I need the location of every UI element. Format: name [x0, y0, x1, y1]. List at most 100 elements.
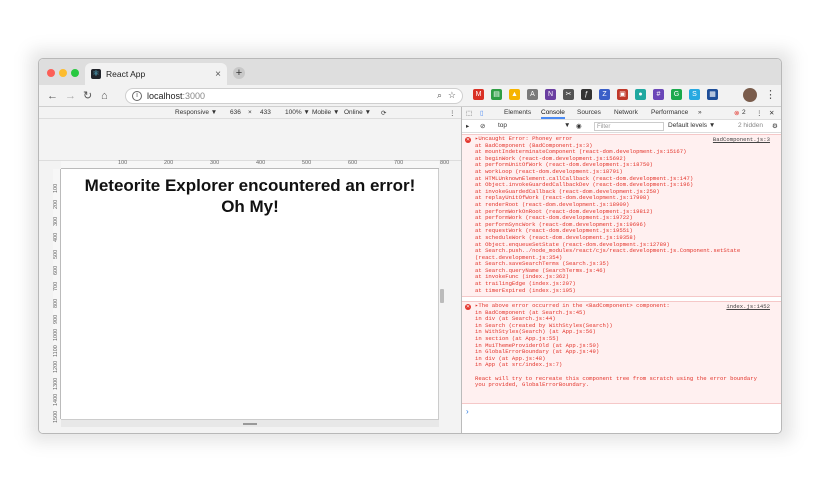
browser-toolbar: ← → ↻ ⌂ i localhost:3000 ⌕ ☆ M ▤ ▲ A N ✂ ƒ Z ▣ ● #… [39, 85, 781, 107]
react-favicon-icon: ⚛ [91, 69, 101, 79]
url-port: :3000 [182, 91, 206, 101]
height-input[interactable]: 433 [260, 109, 271, 116]
back-icon[interactable]: ← [47, 89, 58, 103]
device-mode-icon[interactable]: ▯ [480, 109, 484, 117]
close-devtools-icon[interactable]: ✕ [769, 109, 774, 117]
error-count-icon[interactable]: ⊗ [734, 109, 739, 117]
log-levels-select[interactable]: Default levels ▼ [668, 122, 715, 129]
ruler-label: 100 [53, 183, 59, 193]
live-expression-eye-icon[interactable]: ◉ [576, 122, 582, 130]
tab-elements[interactable]: Elements [504, 109, 531, 116]
ruler-label: 300 [210, 160, 220, 166]
console-error-1: ✕ BadComponent.js:3 ▸Uncaught Error: Pho… [462, 134, 781, 297]
ruler-label: 900 [53, 315, 59, 325]
resize-handle-right[interactable] [440, 289, 444, 303]
ruler-label: 700 [394, 160, 404, 166]
extension-icon[interactable]: N [545, 89, 556, 100]
tab-performance[interactable]: Performance [651, 109, 688, 116]
hidden-count: 2 hidden [738, 122, 763, 129]
error-message-line-1: Meteorite Explorer encountered an error! [84, 176, 416, 195]
ruler-label: 1200 [53, 361, 59, 374]
info-icon[interactable]: i [132, 91, 142, 101]
error-1-stack: ▸Uncaught Error: Phoney error at BadComp… [475, 135, 740, 294]
console-prompt[interactable]: › [466, 407, 469, 416]
extension-icon[interactable]: G [671, 89, 682, 100]
rotate-icon[interactable]: ⟳ [381, 109, 386, 117]
error-count: 2 [742, 109, 746, 116]
extension-icon[interactable]: ▤ [491, 89, 502, 100]
console-line: in App (at src/index.js:7) [475, 361, 563, 369]
more-tabs-icon[interactable]: » [698, 109, 702, 116]
tab-strip: ⚛ React App × + [39, 59, 781, 85]
responsive-select[interactable]: Responsive ▼ [175, 109, 217, 116]
extension-icon[interactable]: # [653, 89, 664, 100]
ruler-label: 1300 [53, 377, 59, 390]
browser-window: ⚛ React App × + ← → ↻ ⌂ i localhost:3000… [38, 58, 782, 434]
search-icon[interactable]: ⌕ [437, 90, 442, 101]
devtools-panel: ⬚ ▯ Elements Console Sources Network Per… [461, 107, 781, 433]
ruler-label: 1100 [53, 345, 59, 357]
profile-avatar[interactable] [743, 88, 757, 102]
vertical-ruler: 100 200 300 400 500 600 700 800 900 1000 1100 1200 1… [53, 169, 61, 423]
context-select[interactable]: top [498, 122, 507, 129]
resize-grip-icon [243, 423, 257, 425]
zoom-select[interactable]: 100% ▼ [285, 109, 310, 116]
ruler-label: 600 [348, 160, 358, 166]
ruler-label: 800 [440, 160, 450, 166]
extension-icon[interactable]: ● [635, 89, 646, 100]
network-select[interactable]: Online ▼ [344, 109, 371, 116]
context-dropdown-icon[interactable]: ▼ [564, 122, 570, 129]
extension-icon[interactable]: M [473, 89, 484, 100]
extension-icon[interactable]: ▲ [509, 89, 520, 100]
tab-title: React App [106, 69, 146, 79]
ruler-label: 500 [53, 249, 59, 259]
extension-icon[interactable]: ▦ [707, 89, 718, 100]
ruler-label: 1400 [53, 393, 59, 407]
extension-icon[interactable]: Z [599, 89, 610, 100]
error-icon: ✕ [465, 304, 471, 310]
tab-close-icon[interactable]: × [215, 69, 221, 80]
console-line: you provided, GlobalErrorBoundary. [475, 381, 590, 389]
ruler-label: 400 [256, 160, 266, 166]
tab-react-app[interactable]: ⚛ React App × [85, 63, 227, 85]
minimize-window-button[interactable] [59, 69, 67, 77]
tab-sources[interactable]: Sources [577, 109, 601, 116]
ruler-label: 200 [164, 160, 174, 166]
devtools-tabs: ⬚ ▯ Elements Console Sources Network Per… [462, 107, 781, 120]
ruler-label: 200 [53, 200, 59, 210]
console-output: ✕ BadComponent.js:3 ▸Uncaught Error: Pho… [462, 133, 781, 433]
extension-icon[interactable]: ƒ [581, 89, 592, 100]
console-filter-input[interactable]: Filter [594, 122, 664, 131]
page-canvas: Meteorite Explorer encountered an error!… [61, 169, 439, 419]
close-window-button[interactable] [47, 69, 55, 77]
bookmark-star-icon[interactable]: ☆ [448, 90, 456, 101]
zoom-window-button[interactable] [71, 69, 79, 77]
browser-menu-icon[interactable]: ⋮ [765, 88, 776, 101]
console-settings-gear-icon[interactable]: ⚙ [772, 122, 778, 130]
address-bar[interactable]: i localhost:3000 ⌕ ☆ [125, 88, 463, 104]
extension-icon[interactable]: ✂ [563, 89, 574, 100]
devtools-menu-icon[interactable]: ⋮ [756, 109, 763, 117]
resize-handle-bottom[interactable] [61, 419, 439, 427]
reload-icon[interactable]: ↻ [83, 89, 92, 103]
viewport-pane: Responsive ▼ 636 × 433 100% ▼ Mobile ▼ O… [39, 107, 461, 433]
extension-icon[interactable]: ▣ [617, 89, 628, 100]
ruler-label: 300 [53, 216, 59, 226]
times-sign: × [248, 109, 252, 116]
device-toolbar-menu-icon[interactable]: ⋮ [449, 109, 456, 117]
extension-icon[interactable]: A [527, 89, 538, 100]
forward-icon[interactable]: → [65, 89, 76, 103]
clear-console-icon[interactable]: ⊘ [480, 122, 485, 130]
sidebar-toggle-icon[interactable]: ▸ [466, 122, 469, 130]
device-select[interactable]: Mobile ▼ [312, 109, 339, 116]
tab-console[interactable]: Console [541, 109, 565, 119]
width-input[interactable]: 636 [230, 109, 241, 116]
error-message-line-2: Oh My! [221, 197, 279, 216]
ruler-label: 1000 [53, 328, 59, 341]
new-tab-button[interactable]: + [233, 67, 245, 79]
tab-network[interactable]: Network [614, 109, 638, 116]
home-icon[interactable]: ⌂ [101, 89, 108, 103]
extension-icon[interactable]: S [689, 89, 700, 100]
inspect-icon[interactable]: ⬚ [466, 109, 472, 117]
device-toolbar: Responsive ▼ 636 × 433 100% ▼ Mobile ▼ O… [39, 107, 461, 119]
